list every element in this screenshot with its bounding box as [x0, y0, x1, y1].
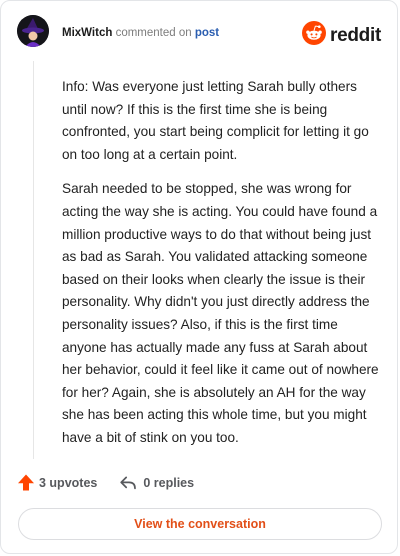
- view-conversation-button[interactable]: View the conversation: [18, 508, 382, 540]
- comment-header: MixWitch commented on post reddit: [1, 1, 397, 67]
- comment-embed-card: MixWitch commented on post reddit Info: …: [0, 0, 398, 554]
- reply-arrow-icon: [119, 475, 137, 491]
- reddit-wordmark: reddit: [330, 24, 381, 46]
- comment-paragraph: Info: Was everyone just letting Sarah bu…: [62, 79, 369, 162]
- replies-button[interactable]: 0 replies: [119, 475, 194, 491]
- witch-hat-avatar-icon[interactable]: [17, 15, 49, 47]
- username-link[interactable]: MixWitch: [62, 27, 112, 39]
- comment-paragraph: Sarah needed to be stopped, she was wron…: [62, 181, 379, 445]
- upvote-button[interactable]: 3 upvotes: [18, 474, 97, 491]
- comment-body: Info: Was everyone just letting Sarah bu…: [62, 76, 384, 462]
- comment-byline: MixWitch commented on post: [62, 27, 219, 39]
- thread-line: [33, 61, 34, 459]
- comment-footer: 3 upvotes 0 replies: [18, 474, 194, 491]
- upvote-arrow-icon: [18, 474, 34, 491]
- reddit-snoo-icon: [302, 21, 327, 50]
- commented-on-text: commented on: [115, 27, 192, 39]
- reddit-logo[interactable]: reddit: [302, 21, 381, 50]
- replies-count: 0 replies: [143, 475, 195, 490]
- upvotes-count: 3 upvotes: [39, 475, 98, 490]
- post-link[interactable]: post: [195, 27, 219, 39]
